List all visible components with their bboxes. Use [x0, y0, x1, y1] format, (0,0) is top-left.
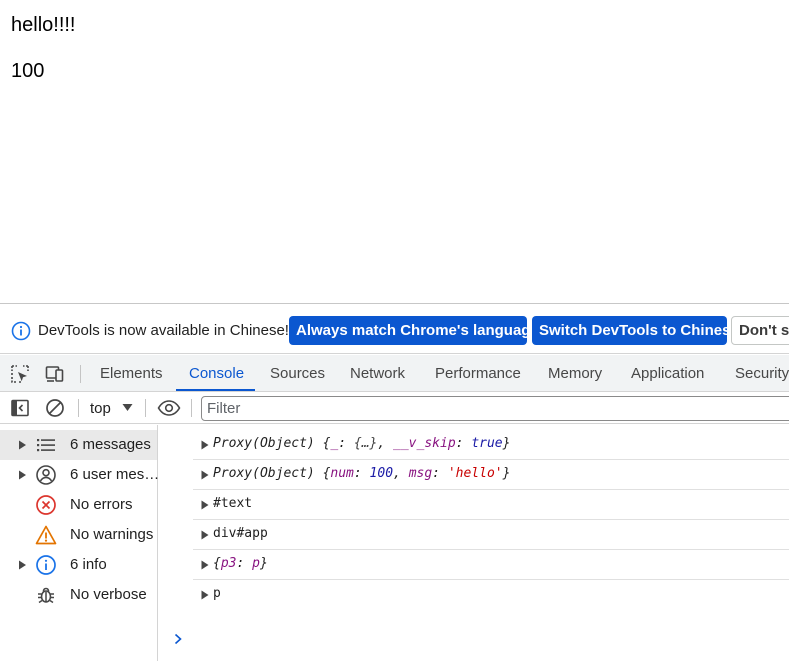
- tab-security[interactable]: Security: [735, 355, 789, 392]
- property-value: p: [252, 556, 260, 571]
- sidebar-item-user-messages[interactable]: 6 user mes…: [0, 460, 160, 490]
- page-number-text: 100: [11, 60, 45, 82]
- context-selector-label[interactable]: top: [90, 400, 111, 417]
- property-key: __v_skip: [393, 436, 456, 451]
- page-viewport: hello!!!! 100: [0, 0, 789, 303]
- message-text: Proxy(Object) {_: {…}, __v_skip: true}: [213, 436, 511, 451]
- tabbar-separator: [80, 365, 81, 383]
- filter-input[interactable]: [202, 397, 789, 420]
- tab-application[interactable]: Application: [631, 355, 704, 392]
- expand-arrow-icon[interactable]: [18, 440, 27, 450]
- sidebar-item-info[interactable]: 6 info: [0, 550, 157, 580]
- message-text: div#app: [213, 526, 268, 541]
- dont-show-again-button[interactable]: Don't show again: [731, 316, 789, 345]
- console-sidebar: 6 messages 6 user mes… No errors No warn…: [0, 425, 160, 661]
- tab-memory[interactable]: Memory: [548, 355, 602, 392]
- console-messages: Proxy(Object) {_: {…}, __v_skip: true} P…: [159, 425, 789, 661]
- active-tab-indicator: [176, 389, 255, 391]
- tab-sources[interactable]: Sources: [270, 355, 325, 392]
- tab-console[interactable]: Console: [189, 355, 244, 392]
- property-key: p3: [220, 556, 237, 571]
- message-text: Proxy(Object) {num: 100, msg: 'hello'}: [213, 466, 511, 481]
- tab-performance[interactable]: Performance: [435, 355, 521, 392]
- expand-arrow-icon[interactable]: [18, 560, 27, 570]
- sidebar-item-label: No warnings: [70, 526, 154, 543]
- expand-arrow-icon[interactable]: [201, 470, 209, 480]
- sidebar-item-label: No verbose: [70, 586, 147, 603]
- object-type: Proxy(Object): [213, 436, 315, 451]
- object-type: Proxy(Object): [213, 466, 315, 481]
- device-toolbar-icon[interactable]: [45, 364, 65, 384]
- tab-network[interactable]: Network: [350, 355, 405, 392]
- expand-arrow-icon[interactable]: [201, 530, 209, 540]
- brace: }: [502, 466, 511, 481]
- infobar-message: DevTools is now available in Chinese!: [38, 322, 289, 339]
- inspect-element-icon[interactable]: [10, 364, 30, 384]
- devtools-panel: DevTools is now available in Chinese! Al…: [0, 303, 789, 661]
- property-value: 100: [369, 466, 394, 481]
- devtools-tabbar: Elements Console Sources Network Perform…: [0, 355, 789, 392]
- eye-icon[interactable]: [157, 398, 181, 418]
- property-key: msg: [408, 466, 433, 481]
- toolbar-separator: [191, 399, 192, 417]
- list-icon: [37, 439, 55, 452]
- expand-arrow-icon[interactable]: [201, 590, 209, 600]
- message-text: {p3: p}: [213, 556, 268, 571]
- console-message[interactable]: Proxy(Object) {num: 100, msg: 'hello'}: [193, 460, 789, 490]
- user-icon: [36, 465, 56, 485]
- bug-icon: [38, 587, 54, 604]
- info-icon: [36, 555, 56, 575]
- console-prompt-icon[interactable]: [173, 633, 183, 645]
- language-infobar: DevTools is now available in Chinese! Al…: [0, 304, 789, 354]
- brace: }: [502, 436, 511, 451]
- error-icon: [36, 495, 56, 515]
- sidebar-item-label: 6 user mes…: [70, 466, 160, 483]
- sidebar-toggle-icon[interactable]: [10, 398, 30, 418]
- chevron-down-icon[interactable]: [122, 403, 133, 412]
- expand-arrow-icon[interactable]: [201, 560, 209, 570]
- sidebar-item-label: 6 info: [70, 556, 107, 573]
- info-icon: [11, 321, 31, 341]
- sidebar-item-label: 6 messages: [70, 436, 151, 453]
- expand-arrow-icon[interactable]: [201, 440, 209, 450]
- brace: }: [259, 556, 268, 571]
- console-message[interactable]: div#app: [193, 520, 789, 550]
- clear-console-icon[interactable]: [45, 398, 65, 418]
- console-toolbar: top: [0, 393, 789, 424]
- expand-arrow-icon[interactable]: [18, 470, 27, 480]
- filter-box: [201, 396, 789, 421]
- property-value: true: [471, 436, 503, 451]
- message-text: #text: [213, 496, 253, 511]
- sidebar-item-label: No errors: [70, 496, 133, 513]
- page-greeting-text: hello!!!!: [11, 14, 76, 36]
- property-value: 'hello': [447, 466, 503, 481]
- brace: {: [213, 556, 221, 571]
- toolbar-separator: [78, 399, 79, 417]
- always-match-language-button[interactable]: Always match Chrome's language: [289, 316, 539, 345]
- sidebar-item-warnings[interactable]: No warnings: [0, 520, 157, 550]
- expand-arrow-icon[interactable]: [201, 500, 209, 510]
- console-message[interactable]: p: [193, 580, 789, 610]
- sidebar-item-verbose[interactable]: No verbose: [0, 580, 157, 610]
- property-key: num: [330, 466, 354, 481]
- toolbar-separator: [145, 399, 146, 417]
- console-message[interactable]: Proxy(Object) {_: {…}, __v_skip: true}: [193, 430, 789, 460]
- tab-elements[interactable]: Elements: [100, 355, 163, 392]
- sidebar-item-messages[interactable]: 6 messages: [0, 430, 157, 460]
- sidebar-item-errors[interactable]: No errors: [0, 490, 157, 520]
- console-message[interactable]: #text: [193, 490, 789, 520]
- switch-to-chinese-button[interactable]: Switch DevTools to Chinese: [532, 316, 739, 345]
- message-text: p: [213, 586, 221, 601]
- console-message[interactable]: {p3: p}: [193, 550, 789, 580]
- property-key: _: [330, 436, 339, 451]
- warning-icon: [35, 525, 57, 545]
- property-value: {…}: [353, 436, 378, 451]
